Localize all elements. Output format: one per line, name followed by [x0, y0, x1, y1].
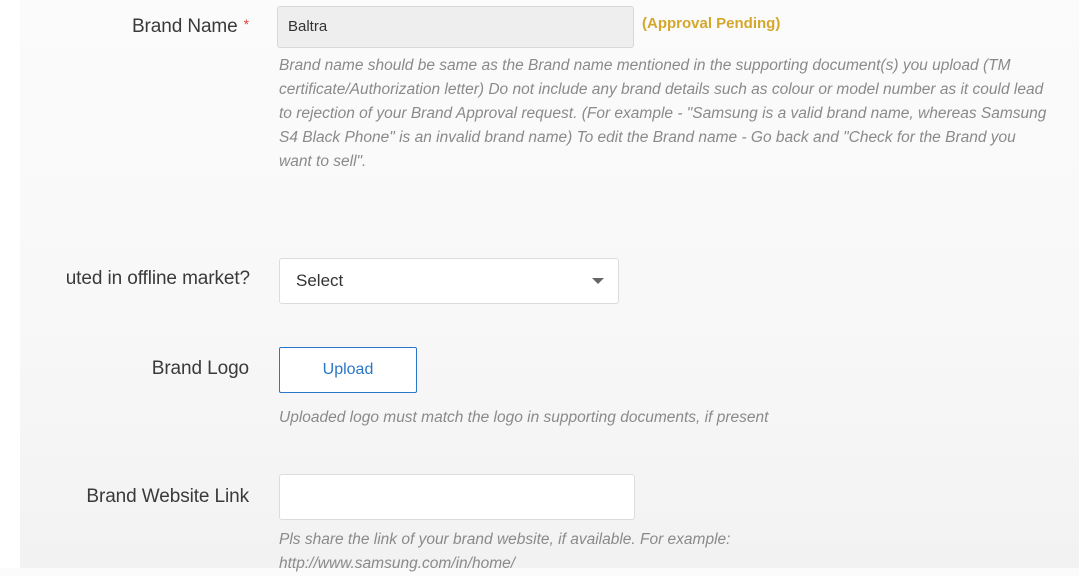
brand-logo-label: Brand Logo — [151, 358, 249, 379]
approval-status: (Approval Pending) — [642, 15, 781, 32]
offline-market-selected-value: Select — [296, 271, 344, 290]
page-margin — [0, 0, 20, 568]
brand-website-label: Brand Website Link — [86, 486, 249, 507]
brand-name-help-text: Brand name should be same as the Brand n… — [279, 57, 1047, 170]
brand-name-input[interactable]: Baltra — [277, 6, 634, 48]
brand-name-label-text: Brand Name — [131, 16, 238, 37]
brand-website-help-text: Pls share the link of your brand website… — [279, 531, 731, 572]
offline-market-label: uted in offline market? — [65, 268, 250, 289]
offline-market-select[interactable]: Select — [279, 258, 619, 304]
upload-button[interactable]: Upload — [279, 347, 417, 393]
brand-logo-help-text: Uploaded logo must match the logo in sup… — [279, 409, 769, 426]
chevron-down-icon — [592, 278, 604, 284]
offline-market-label-container: uted in offline market? — [20, 255, 256, 305]
required-indicator: * — [243, 16, 249, 32]
brand-website-input[interactable] — [279, 474, 635, 520]
brand-name-label: Brand Name * — [132, 16, 249, 38]
